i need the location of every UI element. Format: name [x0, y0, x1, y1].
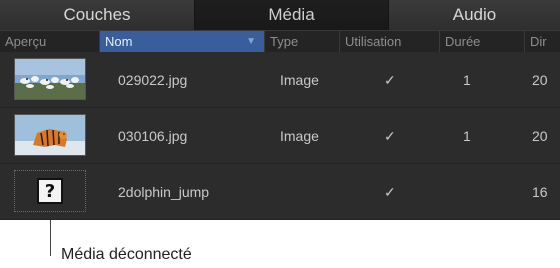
file-type: Image: [280, 72, 319, 88]
extra-value: 20: [532, 72, 548, 88]
table-row[interactable]: 029022.jpg Image ✓ 1 20: [0, 52, 560, 108]
column-preview[interactable]: Aperçu: [0, 31, 100, 52]
extra-value: 16: [532, 184, 548, 200]
extra-value: 20: [532, 128, 548, 144]
column-usage[interactable]: Utilisation: [340, 31, 440, 52]
column-usage-label: Utilisation: [345, 34, 402, 49]
column-extra[interactable]: Dir: [525, 31, 560, 52]
column-duration[interactable]: Durée: [440, 31, 525, 52]
file-name: 029022.jpg: [118, 72, 188, 88]
media-panel: Couches Média Audio Aperçu Nom ▼ Type Uti…: [0, 0, 560, 220]
column-duration-label: Durée: [445, 34, 481, 49]
file-type: Image: [280, 128, 319, 144]
callout-line: [50, 220, 51, 256]
column-name[interactable]: Nom ▼: [100, 31, 265, 52]
duration-value: 1: [463, 72, 471, 88]
tab-layers[interactable]: Couches: [0, 0, 195, 30]
callout-label: Média déconnecté: [61, 246, 192, 263]
usage-check: ✓: [384, 184, 396, 200]
file-name: 2dolphin_jump: [118, 184, 210, 200]
table-row[interactable]: 030106.jpg Image ✓ 1 20: [0, 108, 560, 164]
duration-value: 1: [463, 128, 471, 144]
usage-check: ✓: [384, 72, 396, 88]
column-name-label: Nom: [105, 34, 133, 49]
column-extra-label: Dir: [530, 34, 547, 49]
column-type-label: Type: [270, 34, 299, 49]
tab-audio[interactable]: Audio: [388, 0, 560, 30]
tiger-photo-icon: [14, 114, 86, 156]
sort-down-icon: ▼: [246, 36, 256, 47]
column-preview-label: Aperçu: [5, 34, 47, 49]
column-header-row: Aperçu Nom ▼ Type Utilisation Durée Dir: [0, 30, 560, 52]
usage-check: ✓: [384, 128, 396, 144]
tab-bar: Couches Média Audio: [0, 0, 560, 30]
table-row[interactable]: ? 2dolphin_jump ✓ 16: [0, 164, 560, 220]
tab-media[interactable]: Média: [195, 0, 388, 30]
file-name: 030106.jpg: [118, 128, 188, 144]
birds-photo-icon: [14, 58, 86, 100]
question-mark-icon: ?: [37, 178, 63, 204]
missing-media-icon: ?: [14, 170, 86, 212]
column-type[interactable]: Type: [265, 31, 340, 52]
